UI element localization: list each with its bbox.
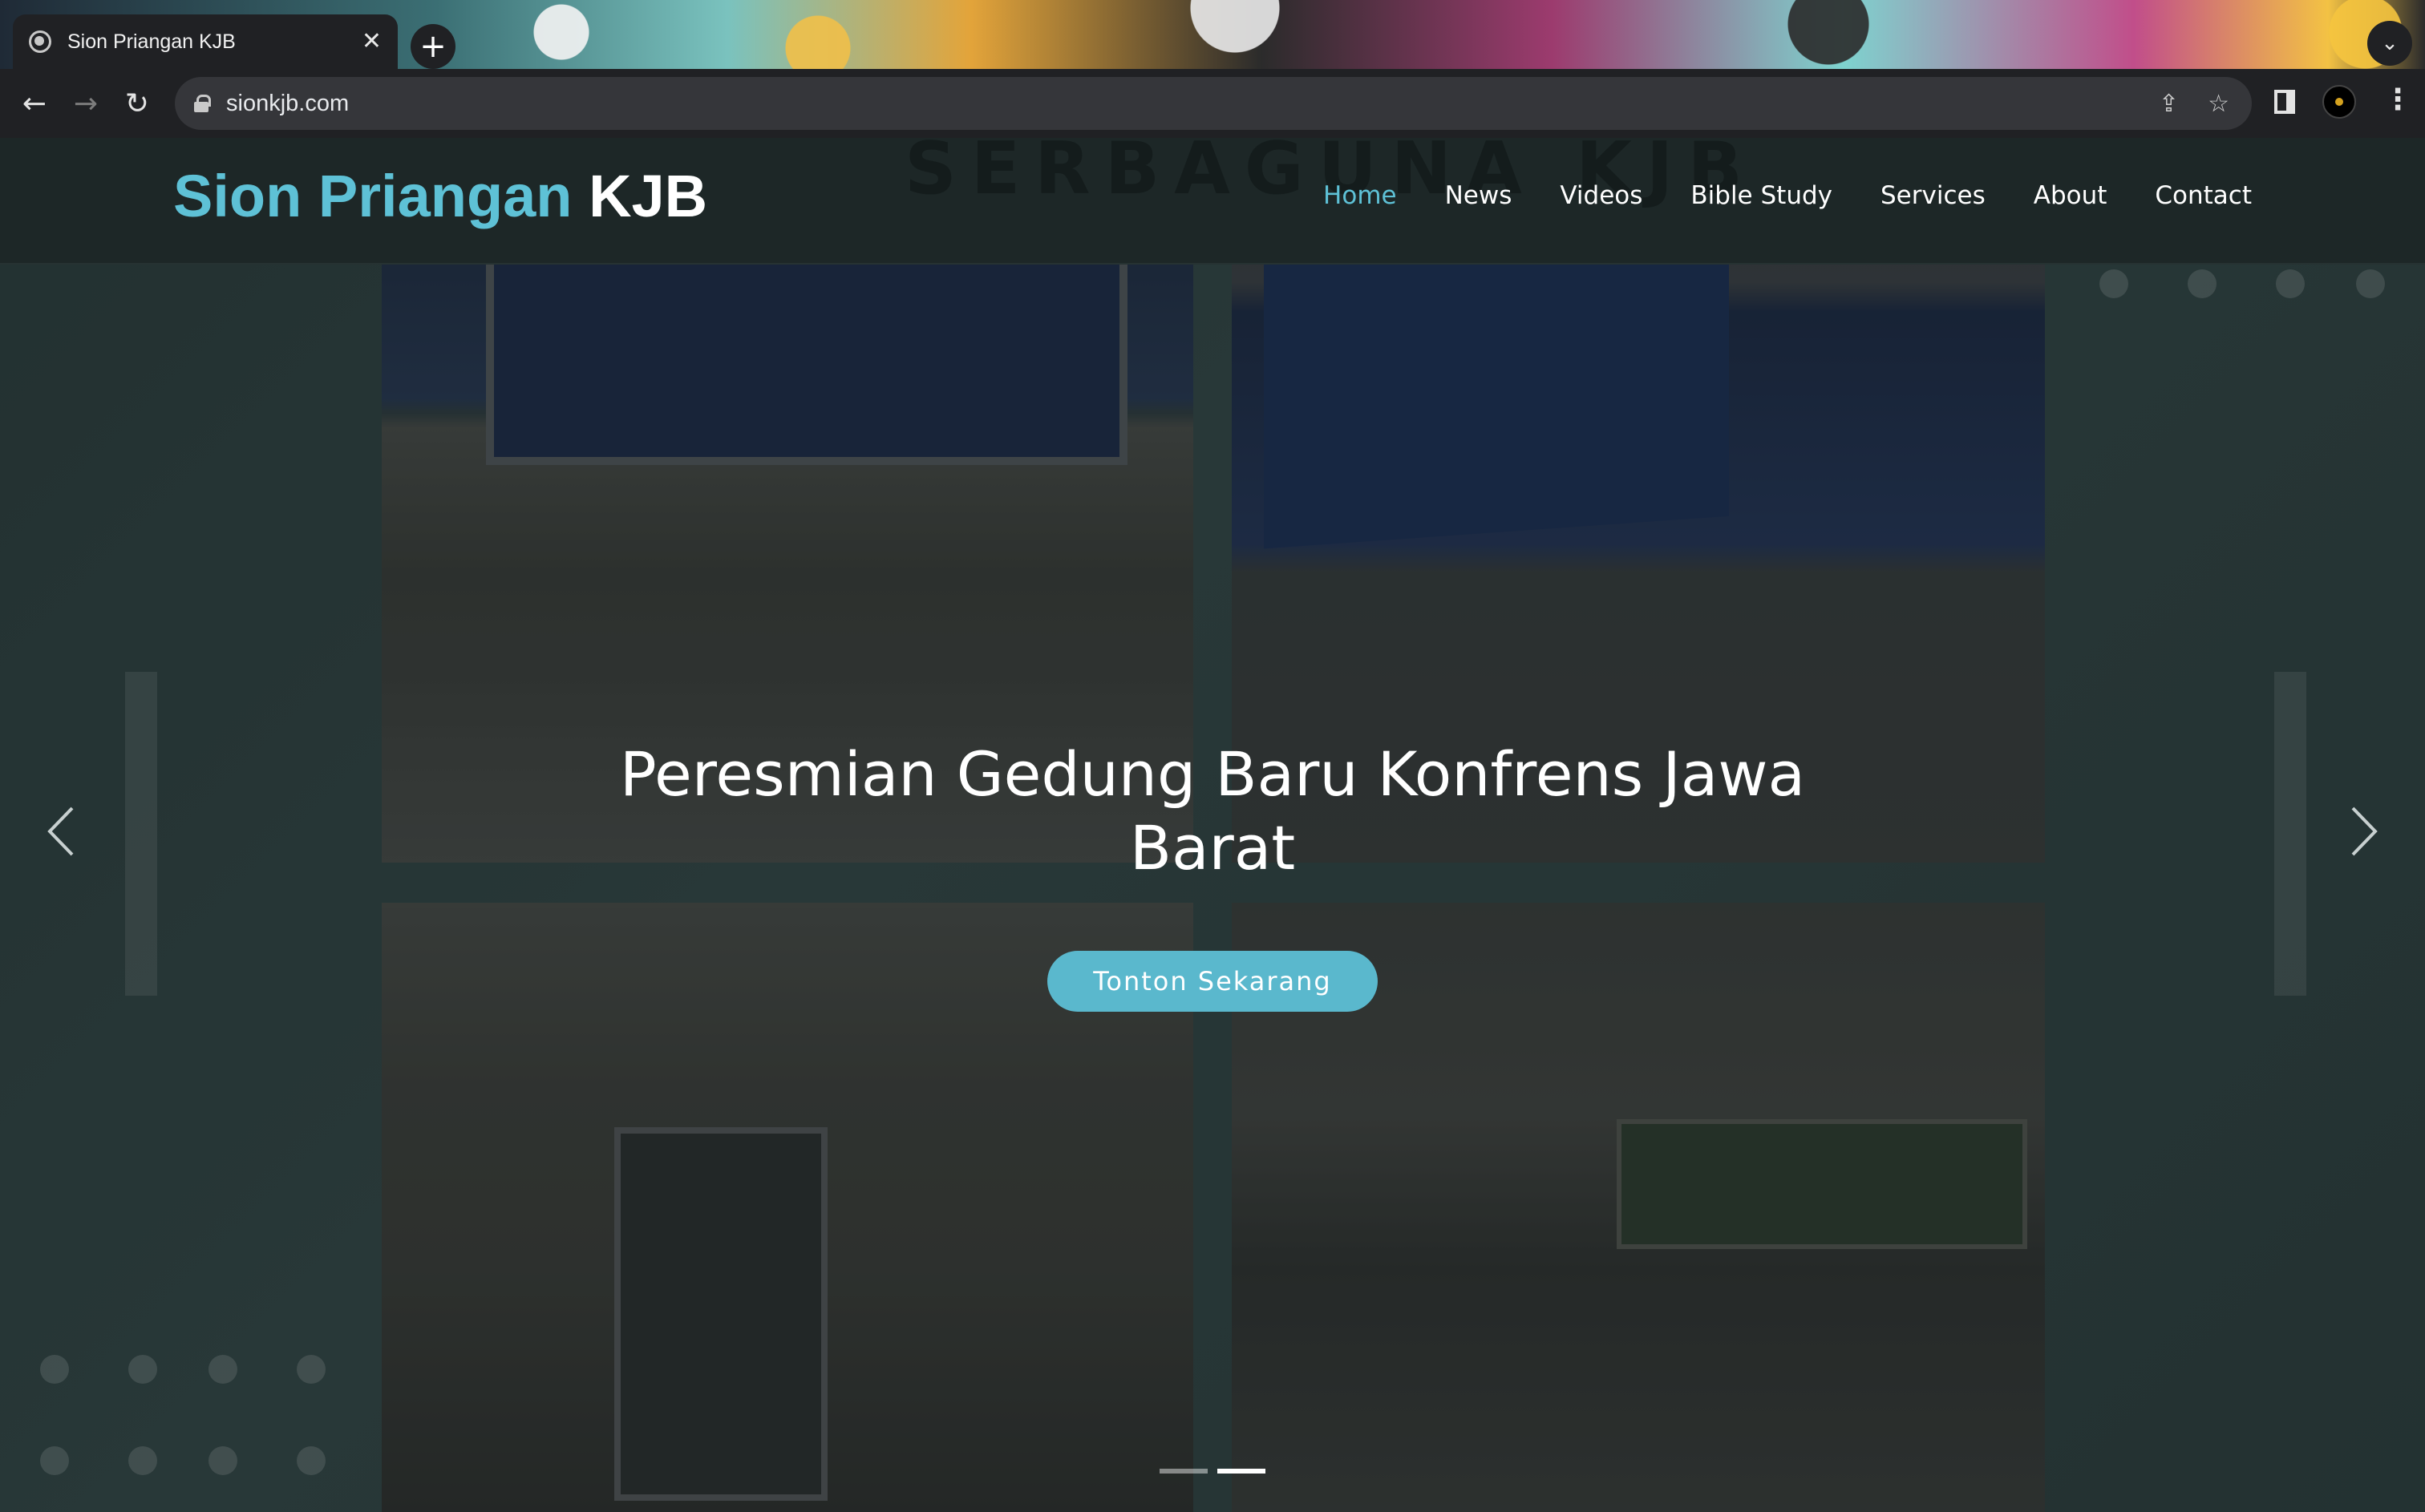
- carousel-indicator-1[interactable]: [1160, 1469, 1208, 1474]
- carousel-prev-button[interactable]: [45, 803, 77, 859]
- reload-button[interactable]: ↻: [119, 85, 156, 122]
- carousel-next-button[interactable]: [2348, 803, 2380, 859]
- browser-tab-strip: Sion Priangan KJB ✕ + ⌄: [0, 0, 2425, 69]
- site-logo[interactable]: Sion Priangan KJB: [173, 162, 707, 230]
- website-viewport: SERBAGUNA KJB Sion Priangan KJB Home New…: [0, 138, 2425, 1512]
- nav-services[interactable]: Services: [1880, 181, 1986, 210]
- brand-primary: Sion Priangan: [173, 163, 573, 229]
- tab-close-icon[interactable]: ✕: [362, 30, 382, 54]
- nav-about[interactable]: About: [2034, 181, 2107, 210]
- brand-secondary: KJB: [589, 163, 708, 229]
- share-icon[interactable]: ⇪: [2159, 90, 2179, 118]
- nav-home[interactable]: Home: [1323, 181, 1397, 210]
- hero-caption: Peresmian Gedung Baru Konfrens Jawa Bara…: [619, 738, 1806, 883]
- globe-icon: [29, 30, 51, 53]
- address-bar[interactable]: sionkjb.com ⇪ ☆: [175, 77, 2252, 130]
- profile-avatar[interactable]: [2322, 85, 2356, 119]
- main-nav: Home News Videos Bible Study Services Ab…: [1323, 181, 2252, 210]
- site-header: SERBAGUNA KJB Sion Priangan KJB Home New…: [0, 138, 2425, 265]
- browser-toolbar: ← → ↻ sionkjb.com ⇪ ☆: [0, 69, 2425, 138]
- chevron-left-icon: [47, 807, 74, 856]
- new-tab-button[interactable]: +: [411, 24, 455, 69]
- tab-title: Sion Priangan KJB: [67, 30, 236, 53]
- side-panel-icon[interactable]: [2274, 90, 2295, 114]
- chevron-right-icon: [2351, 807, 2378, 856]
- carousel-indicator-2[interactable]: [1217, 1469, 1265, 1474]
- browser-menu-icon[interactable]: ⋮: [2383, 83, 2412, 116]
- url-text[interactable]: sionkjb.com: [226, 91, 349, 117]
- bookmark-star-icon[interactable]: ☆: [2208, 90, 2229, 118]
- nav-contact[interactable]: Contact: [2155, 181, 2252, 210]
- lock-icon[interactable]: [194, 95, 211, 112]
- back-button[interactable]: ←: [16, 85, 53, 122]
- carousel-indicators: [1160, 1469, 1265, 1474]
- nav-bible-study[interactable]: Bible Study: [1690, 181, 1832, 210]
- nav-videos[interactable]: Videos: [1560, 181, 1642, 210]
- watch-now-button[interactable]: Tonton Sekarang: [1047, 951, 1378, 1012]
- nav-news[interactable]: News: [1445, 181, 1512, 210]
- browser-tab[interactable]: Sion Priangan KJB ✕: [13, 14, 398, 69]
- tab-search-button[interactable]: ⌄: [2367, 21, 2412, 66]
- forward-button[interactable]: →: [67, 85, 104, 122]
